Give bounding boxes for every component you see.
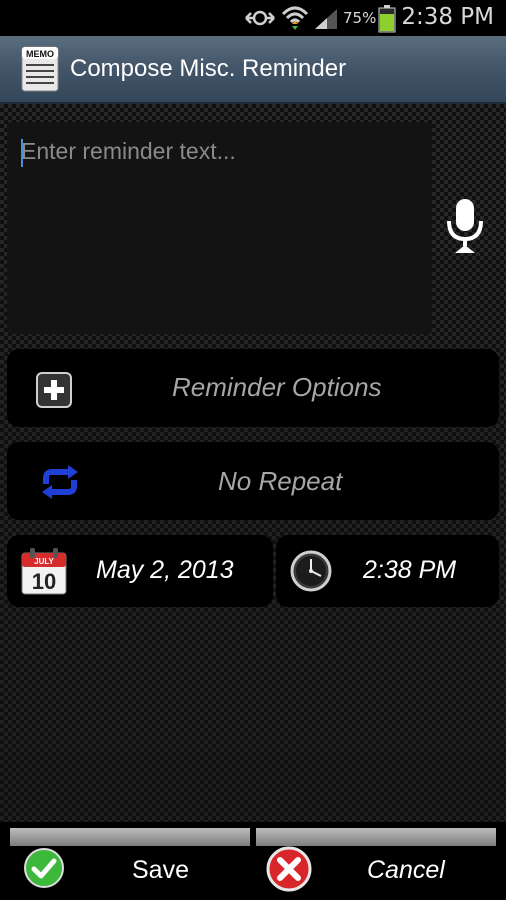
- save-label: Save: [132, 856, 189, 884]
- status-time: 2:38 PM: [401, 4, 494, 30]
- page-title: Compose Misc. Reminder: [70, 55, 347, 82]
- reminder-options-label: Reminder Options: [172, 372, 382, 402]
- memo-icon: MEMO: [21, 46, 59, 92]
- calendar-icon: JULY 10: [21, 548, 67, 595]
- reminder-text-input[interactable]: [7, 122, 432, 334]
- save-button-strip: [10, 828, 250, 846]
- reminder-options-button[interactable]: Reminder Options: [7, 349, 499, 427]
- checkmark-icon: [24, 848, 64, 888]
- repeat-button[interactable]: No Repeat: [7, 442, 499, 520]
- cancel-label: Cancel: [367, 856, 445, 884]
- repeat-icon: [42, 465, 78, 499]
- status-bar: 75% 2:38 PM: [0, 0, 506, 36]
- cancel-button[interactable]: Cancel: [256, 828, 496, 900]
- clock-icon: [290, 550, 332, 592]
- time-value: 2:38 PM: [363, 556, 457, 584]
- bottom-button-bar: Save Cancel: [0, 822, 506, 900]
- wifi-icon: [281, 6, 309, 30]
- date-picker-button[interactable]: JULY 10 May 2, 2013: [7, 535, 273, 607]
- svg-text:10: 10: [32, 569, 56, 594]
- svg-text:MEMO: MEMO: [26, 49, 54, 59]
- cancel-button-strip: [256, 828, 496, 846]
- battery-percent: 75%: [343, 9, 377, 27]
- time-picker-button[interactable]: 2:38 PM: [276, 535, 499, 607]
- action-bar: MEMO Compose Misc. Reminder: [0, 36, 506, 104]
- repeat-label: No Repeat: [218, 466, 343, 496]
- battery-icon: [378, 5, 396, 33]
- save-button[interactable]: Save: [10, 828, 250, 900]
- signal-sync-icon: [245, 10, 275, 26]
- microphone-icon[interactable]: [443, 197, 487, 255]
- x-icon: [266, 846, 312, 892]
- date-value: May 2, 2013: [96, 556, 234, 584]
- cell-signal-icon: [315, 9, 337, 29]
- text-cursor: [21, 139, 23, 167]
- svg-text:JULY: JULY: [34, 557, 54, 566]
- plus-box-icon: [36, 372, 72, 408]
